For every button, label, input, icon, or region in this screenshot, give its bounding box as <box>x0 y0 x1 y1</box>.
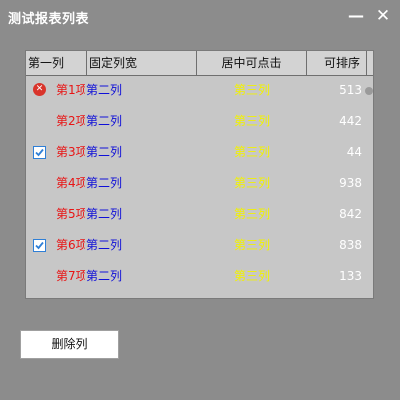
close-button[interactable]: ✕ <box>373 6 393 26</box>
cell-col4: 842 <box>339 207 362 221</box>
cell-col1: 第6项 <box>56 238 85 252</box>
row-status-cell <box>31 106 47 137</box>
title-bar[interactable]: 测试报表列表 — ✕ <box>0 0 400 32</box>
column-header-center-clickable[interactable]: 居中可点击 <box>197 51 307 75</box>
cell-col4: 513 <box>339 83 362 97</box>
window-title: 测试报表列表 <box>8 12 90 27</box>
grid-header: 第一列 固定列宽 居中可点击 可排序 <box>26 51 373 76</box>
cell-col2: 第二列 <box>86 269 123 283</box>
table-row[interactable]: 第5项 第二列 第三列 842 <box>26 199 373 230</box>
cell-col4: 442 <box>339 114 362 128</box>
check-icon[interactable] <box>33 239 46 252</box>
cell-col3[interactable]: 第三列 <box>197 168 307 199</box>
cell-col1: 第4项 <box>56 176 85 190</box>
cell-col1: 第7项 <box>56 269 85 283</box>
cell-col1: 第3项 <box>56 145 85 159</box>
table-row[interactable]: 第4项 第二列 第三列 938 <box>26 168 373 199</box>
table-row[interactable]: 第2项 第二列 第三列 442 <box>26 106 373 137</box>
column-header-first[interactable]: 第一列 <box>26 51 87 75</box>
cell-col3[interactable]: 第三列 <box>197 106 307 137</box>
cell-col3[interactable]: 第三列 <box>197 230 307 261</box>
cell-col2: 第二列 <box>86 114 123 128</box>
cell-col2: 第二列 <box>86 176 123 190</box>
cell-col4: 44 <box>346 145 362 159</box>
cell-col3[interactable]: 第三列 <box>197 199 307 230</box>
row-status-cell <box>31 230 47 261</box>
cell-col4: 938 <box>339 176 362 190</box>
row-status-cell <box>31 199 47 230</box>
delete-column-button[interactable]: 删除列 <box>20 330 119 359</box>
row-status-cell <box>31 137 47 168</box>
table-row[interactable]: 第3项 第二列 第三列 44 <box>26 137 373 168</box>
cell-col1: 第5项 <box>56 207 85 221</box>
scrollbar-thumb[interactable] <box>365 87 373 95</box>
cell-col4: 133 <box>339 269 362 283</box>
cell-col1: 第2项 <box>56 114 85 128</box>
row-status-cell: ✕ <box>31 75 47 106</box>
cell-col4: 838 <box>339 238 362 252</box>
table-row[interactable]: 第7项 第二列 第三列 133 <box>26 261 373 292</box>
cell-col1: 第1项 <box>56 83 85 97</box>
table-row[interactable]: 第6项 第二列 第三列 838 <box>26 230 373 261</box>
cell-col3[interactable]: 第三列 <box>197 261 307 292</box>
check-icon[interactable] <box>33 146 46 159</box>
column-header-sortable[interactable]: 可排序 <box>307 51 367 75</box>
cell-col2: 第二列 <box>86 238 123 252</box>
row-status-cell <box>31 261 47 292</box>
error-icon: ✕ <box>33 83 46 96</box>
column-header-fixed-width[interactable]: 固定列宽 <box>87 51 197 75</box>
report-grid[interactable]: 第一列 固定列宽 居中可点击 可排序 ✕ 第1项 第二列 第三列 513 第2项… <box>25 50 374 299</box>
cell-col2: 第二列 <box>86 83 123 97</box>
cell-col3[interactable]: 第三列 <box>197 137 307 168</box>
cell-col2: 第二列 <box>86 145 123 159</box>
cell-col2: 第二列 <box>86 207 123 221</box>
table-row[interactable]: ✕ 第1项 第二列 第三列 513 <box>26 75 373 106</box>
report-window: 测试报表列表 — ✕ 第一列 固定列宽 居中可点击 可排序 ✕ 第1项 第二列 … <box>0 0 400 400</box>
row-status-cell <box>31 168 47 199</box>
cell-col3[interactable]: 第三列 <box>197 75 307 106</box>
minimize-button[interactable]: — <box>346 6 366 26</box>
column-header-filler <box>367 51 373 75</box>
